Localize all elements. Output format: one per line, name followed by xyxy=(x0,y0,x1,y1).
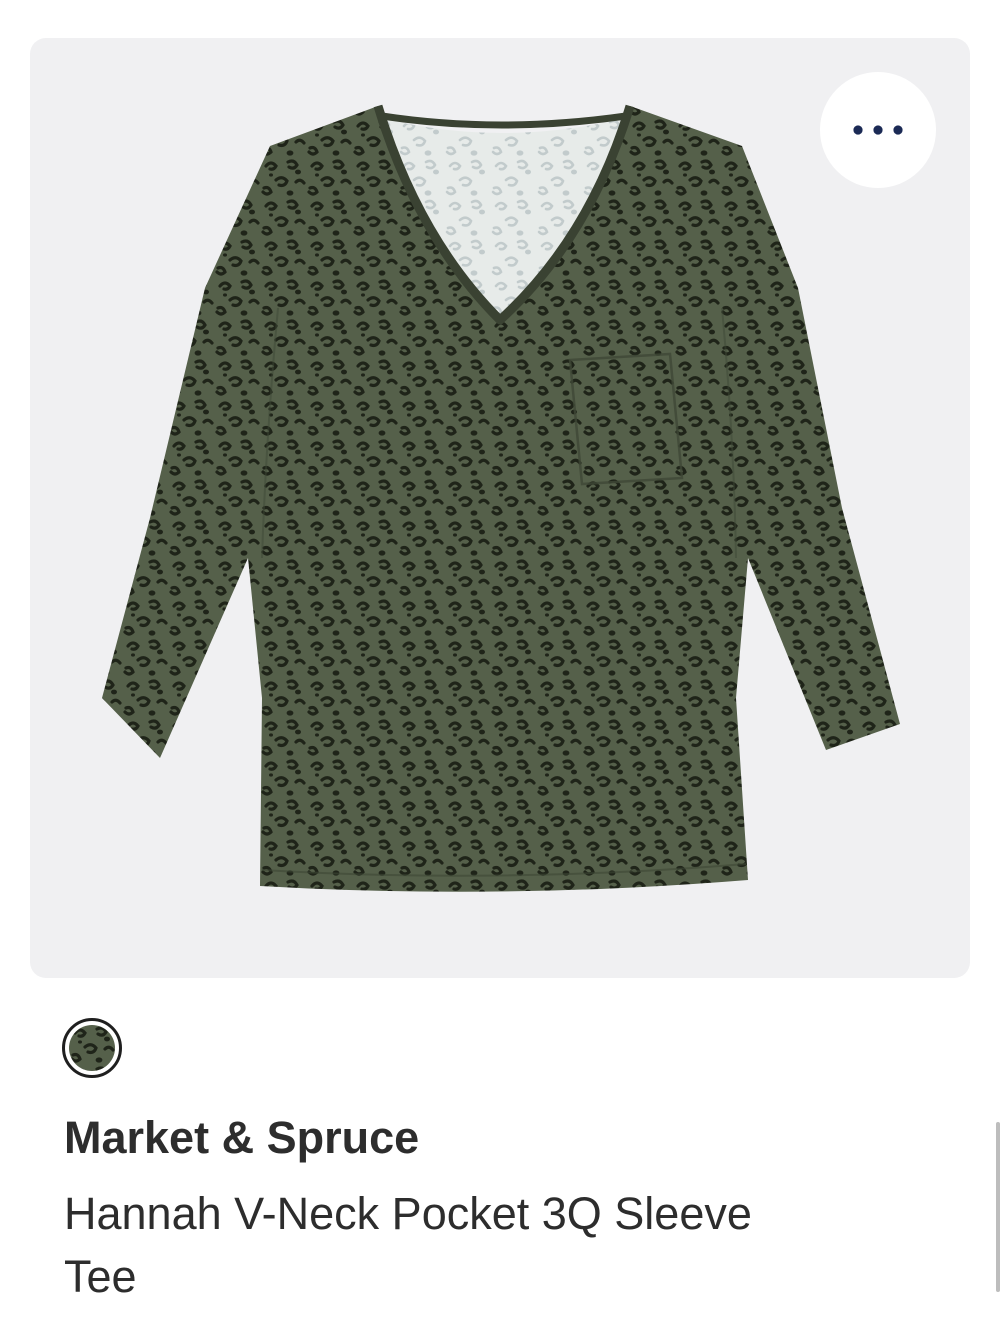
product-image[interactable] xyxy=(30,38,970,978)
color-swatch[interactable] xyxy=(62,1018,122,1078)
brand-name: Market & Spruce xyxy=(64,1112,420,1163)
more-horizontal-icon xyxy=(852,124,904,136)
more-options-button[interactable] xyxy=(820,72,936,188)
scrollbar[interactable] xyxy=(996,1122,1000,1292)
product-name: Hannah V-Neck Pocket 3Q Sleeve Tee xyxy=(64,1188,752,1302)
leopard-swatch-icon xyxy=(69,1025,115,1071)
product-image-card[interactable] xyxy=(30,38,970,978)
